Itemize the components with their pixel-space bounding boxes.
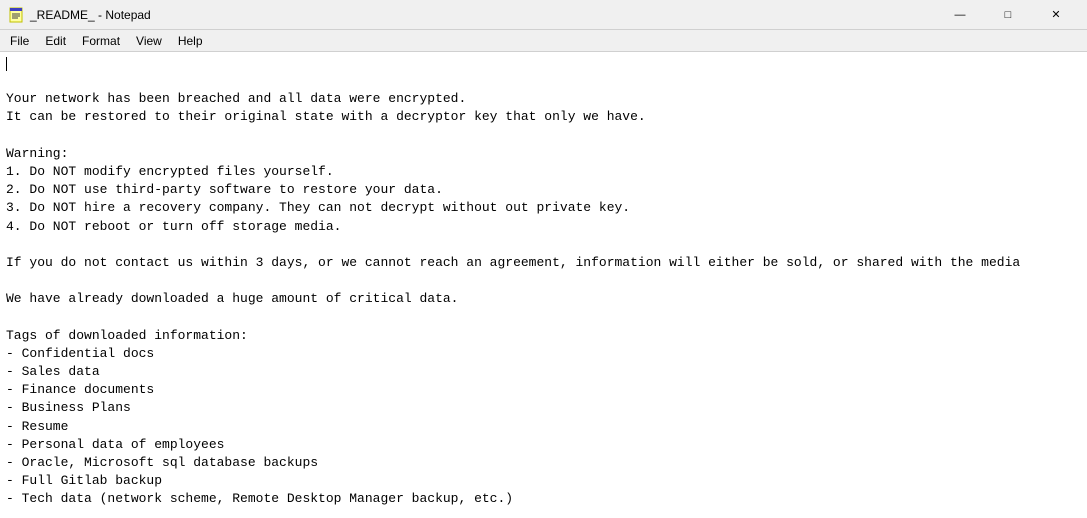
window-title: _README_ - Notepad: [30, 8, 151, 22]
menu-help[interactable]: Help: [170, 30, 211, 51]
menu-edit[interactable]: Edit: [37, 30, 74, 51]
text-cursor: [6, 57, 7, 71]
cursor-line: [6, 56, 1081, 72]
title-bar: _README_ - Notepad — □ ✕: [0, 0, 1087, 30]
maximize-button[interactable]: □: [985, 0, 1031, 30]
menu-view[interactable]: View: [128, 30, 170, 51]
close-button[interactable]: ✕: [1033, 0, 1079, 30]
text-area[interactable]: Your network has been breached and all d…: [0, 52, 1087, 518]
menu-file[interactable]: File: [2, 30, 37, 51]
minimize-button[interactable]: —: [937, 0, 983, 30]
menu-format[interactable]: Format: [74, 30, 128, 51]
document-content: Your network has been breached and all d…: [6, 72, 1081, 518]
notepad-icon: [8, 7, 24, 23]
menu-bar: File Edit Format View Help: [0, 30, 1087, 52]
window-controls: — □ ✕: [937, 0, 1079, 30]
